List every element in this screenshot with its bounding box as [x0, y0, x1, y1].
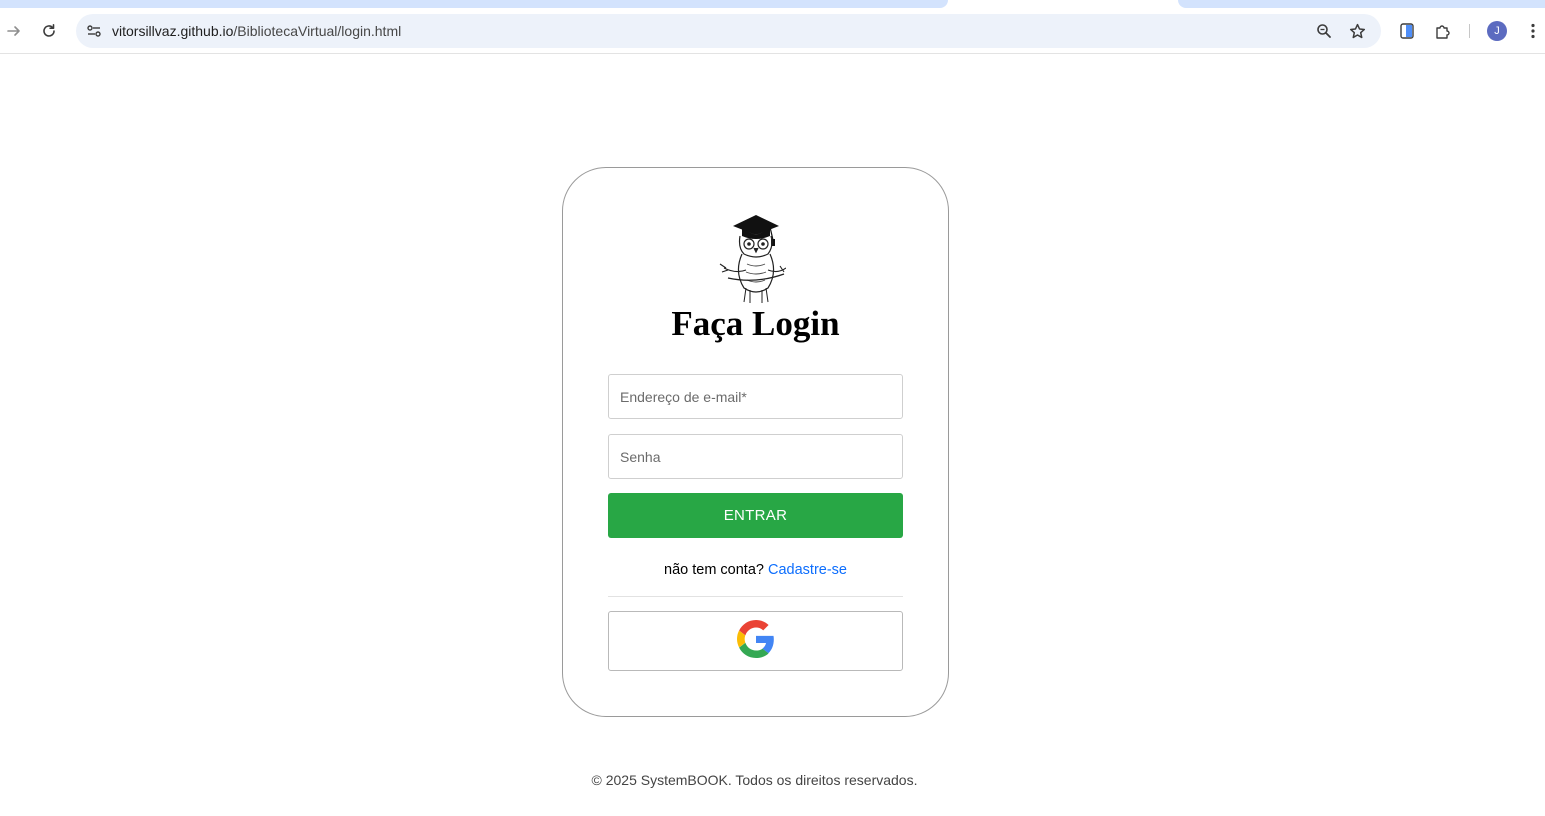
- zoom-icon[interactable]: [1312, 19, 1336, 43]
- email-field[interactable]: [608, 374, 903, 419]
- tab-strip: [0, 0, 1545, 8]
- login-submit-button[interactable]: ENTRAR: [608, 493, 903, 538]
- page-title: Faça Login: [671, 304, 840, 343]
- bookmark-star-icon[interactable]: [1345, 19, 1369, 43]
- address-bar[interactable]: vitorsillvaz.github.io/BibliotecaVirtual…: [76, 14, 1381, 48]
- google-icon: [736, 619, 775, 663]
- inactive-tab-right[interactable]: [1178, 0, 1545, 8]
- signup-prompt: não tem conta? Cadastre-se: [562, 562, 949, 578]
- divider: [608, 596, 903, 597]
- signup-link[interactable]: Cadastre-se: [768, 562, 847, 578]
- profile-avatar[interactable]: J: [1487, 21, 1507, 41]
- google-login-button[interactable]: [608, 611, 903, 671]
- toolbar-separator: [1469, 24, 1470, 38]
- forward-icon[interactable]: [0, 17, 28, 45]
- site-info-icon[interactable]: [82, 19, 106, 43]
- owl-graduate-logo: [716, 212, 787, 304]
- reading-list-icon[interactable]: [1393, 17, 1421, 45]
- url-host: vitorsillvaz.github.io: [112, 23, 234, 39]
- url-text[interactable]: vitorsillvaz.github.io/BibliotecaVirtual…: [112, 23, 401, 39]
- url-path: /BibliotecaVirtual/login.html: [233, 23, 402, 39]
- browser-toolbar: vitorsillvaz.github.io/BibliotecaVirtual…: [0, 8, 1545, 54]
- menu-icon[interactable]: [1519, 17, 1545, 45]
- password-field[interactable]: [608, 434, 903, 479]
- signup-prompt-text: não tem conta?: [664, 562, 768, 578]
- reload-icon[interactable]: [35, 17, 63, 45]
- inactive-tab-left[interactable]: [0, 0, 948, 8]
- extensions-icon[interactable]: [1429, 17, 1457, 45]
- footer-copyright: © 2025 SystemBOOK. Todos os direitos res…: [591, 772, 918, 788]
